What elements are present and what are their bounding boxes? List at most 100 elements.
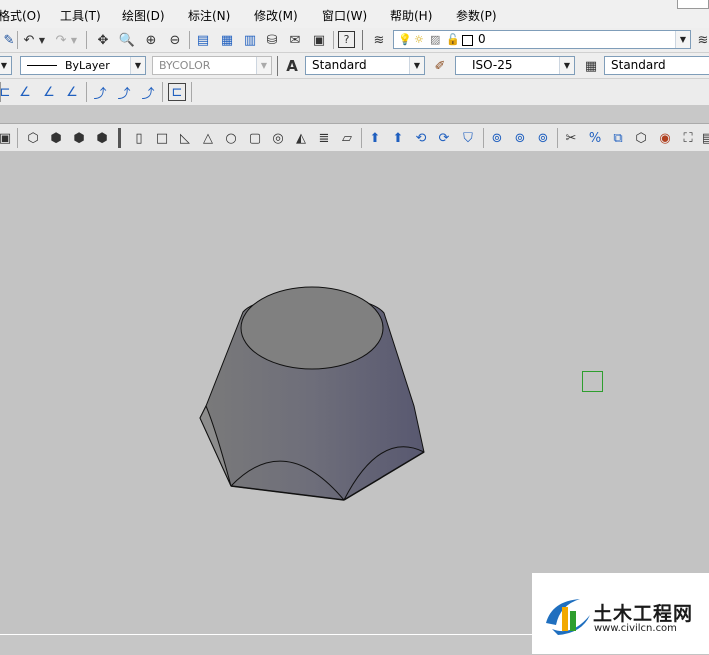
plot-style-dropdown-icon[interactable]: ▼ bbox=[256, 57, 271, 74]
align-3d-icon[interactable]: ◉ bbox=[656, 129, 674, 147]
menu-modify[interactable]: 修改(M) bbox=[254, 7, 298, 24]
zoom-window-icon[interactable]: ⊕ bbox=[142, 31, 160, 49]
zoom-previous-icon[interactable]: ⊖ bbox=[166, 31, 184, 49]
dimension-style-combo[interactable]: ISO-25 ▼ bbox=[455, 56, 575, 75]
properties-toolbar: ▼ ByLayer ▼ BYCOLOR ▼ A Standard ▼ ✐ ISO… bbox=[0, 53, 709, 79]
union-icon[interactable]: ⊚ bbox=[488, 129, 506, 147]
watermark-url: www.civilcn.com bbox=[594, 623, 677, 634]
visual-style-wireframe-icon[interactable]: ▣ bbox=[0, 129, 14, 147]
slice-icon[interactable]: ⛶ bbox=[679, 129, 697, 147]
modeling-toolbar: ▣ ⬡ ⬢ ⬢ ⬢ ▯ □ ◺ △ ○ ▢ ◎ ◭ ≣ ▱ ⬆ ⬆ ⟲ ⟳ ⛉ … bbox=[0, 123, 709, 153]
table-style-combo[interactable]: Standard bbox=[604, 56, 709, 75]
menu-bar: 格式(O) 工具(T) 绘图(D) 标注(N) 修改(M) 窗口(W) 帮助(H… bbox=[0, 0, 709, 29]
ucs-3point-icon[interactable]: ∠ bbox=[63, 83, 81, 101]
match-properties-icon[interactable]: ✎ bbox=[0, 31, 18, 49]
subtract-icon[interactable]: ⊚ bbox=[511, 129, 529, 147]
array-3d-icon[interactable]: % bbox=[586, 129, 604, 147]
layer-color-swatch bbox=[462, 35, 473, 46]
table-style-icon[interactable]: ▦ bbox=[582, 57, 600, 75]
sweep-icon[interactable]: ⟲ bbox=[412, 129, 430, 147]
window-corner bbox=[677, 0, 709, 9]
pan-realtime-icon[interactable]: ✥ bbox=[94, 31, 112, 49]
menu-draw[interactable]: 绘图(D) bbox=[122, 7, 165, 24]
redo-icon[interactable]: ↷ bbox=[52, 31, 70, 49]
toolbar-gap bbox=[0, 105, 709, 123]
ucs-world-icon[interactable]: ∠ bbox=[16, 83, 34, 101]
command-line-strip bbox=[0, 634, 532, 655]
color-combo[interactable]: ▼ bbox=[0, 56, 12, 75]
plot-style-combo[interactable]: BYCOLOR ▼ bbox=[152, 56, 272, 75]
wedge-icon[interactable]: ◺ bbox=[176, 129, 194, 147]
ucs-x-rotate-icon[interactable]: ⤴ bbox=[91, 83, 109, 102]
layer-dropdown-icon[interactable]: ▼ bbox=[675, 31, 690, 48]
box-icon[interactable]: □ bbox=[153, 129, 171, 147]
markup-icon[interactable]: ✉ bbox=[286, 31, 304, 49]
loft-icon[interactable]: ⛉ bbox=[459, 129, 477, 147]
ucs-icon[interactable]: ⊏ bbox=[0, 83, 14, 101]
linetype-preview bbox=[27, 65, 57, 66]
sphere-icon[interactable]: ○ bbox=[222, 129, 240, 147]
text-style-combo[interactable]: Standard ▼ bbox=[305, 56, 425, 75]
layer-previous-icon[interactable]: ≋ bbox=[694, 31, 709, 49]
linetype-dropdown-icon[interactable]: ▼ bbox=[130, 57, 145, 74]
linetype-combo[interactable]: ByLayer ▼ bbox=[20, 56, 146, 75]
solid-edit-icon[interactable]: ⧉ bbox=[609, 129, 627, 147]
cone-icon[interactable]: △ bbox=[199, 129, 217, 147]
layer-combo[interactable]: 💡 ☼ ▨ 🔓 0 ▼ bbox=[393, 30, 691, 49]
dimension-style-icon[interactable]: ✐ bbox=[431, 57, 449, 75]
layer-manager-icon[interactable]: ≋ bbox=[370, 31, 388, 49]
menu-dimension[interactable]: 标注(N) bbox=[188, 7, 230, 24]
table-style-value: Standard bbox=[611, 58, 666, 72]
lightbulb-icon: 💡 bbox=[398, 33, 412, 46]
visual-style-hidden-icon[interactable]: ⬡ bbox=[24, 129, 42, 147]
presspull-icon[interactable]: ⬆ bbox=[389, 129, 407, 147]
help-icon[interactable]: ? bbox=[338, 31, 355, 48]
section-plane-icon[interactable]: ▤ bbox=[699, 129, 709, 147]
zoom-realtime-icon[interactable]: 🔍 bbox=[118, 31, 136, 49]
calculator-icon[interactable]: ▣ bbox=[310, 31, 328, 49]
menu-window[interactable]: 窗口(W) bbox=[322, 7, 367, 24]
revolve-icon[interactable]: ⟳ bbox=[435, 129, 453, 147]
menu-parameters[interactable]: 参数(P) bbox=[456, 7, 497, 24]
plot-style-value: BYCOLOR bbox=[159, 59, 211, 72]
undo-icon[interactable]: ↶ bbox=[20, 31, 38, 49]
ucs-apply-icon[interactable]: ⊏ bbox=[168, 83, 186, 101]
menu-help[interactable]: 帮助(H) bbox=[390, 7, 432, 24]
extrude-icon[interactable]: ⬆ bbox=[366, 129, 384, 147]
ucs-z-rotate-icon[interactable]: ⤴ bbox=[139, 83, 157, 102]
move-3d-icon[interactable]: ✂ bbox=[562, 129, 580, 147]
intersect-icon[interactable]: ⊚ bbox=[534, 129, 552, 147]
sheet-set-icon[interactable]: ⛁ bbox=[263, 31, 281, 49]
text-style-dropdown-icon[interactable]: ▼ bbox=[409, 57, 424, 74]
dimension-style-value: ISO-25 bbox=[472, 58, 513, 72]
ucs-toolbar: ⊏ ∠ ∠ ∠ ⤴ ⤴ ⤴ ⊏ bbox=[0, 79, 709, 105]
menu-tools[interactable]: 工具(T) bbox=[60, 7, 101, 24]
dimension-style-dropdown-icon[interactable]: ▼ bbox=[559, 57, 574, 74]
lock-icon: 🔓 bbox=[446, 33, 460, 46]
redo-dropdown-icon[interactable]: ▼ bbox=[69, 31, 79, 49]
sun-icon: ☼ bbox=[414, 33, 424, 46]
tool-palettes-icon[interactable]: ▥ bbox=[241, 31, 259, 49]
menu-format[interactable]: 格式(O) bbox=[0, 7, 41, 24]
design-center-icon[interactable]: ▦ bbox=[218, 31, 236, 49]
polysolid-icon[interactable]: ▯ bbox=[130, 129, 148, 147]
ucs-z-axis-icon[interactable]: ∠ bbox=[40, 83, 58, 101]
layer-name: 0 bbox=[478, 32, 486, 46]
visual-style-realistic-icon[interactable]: ⬢ bbox=[47, 129, 65, 147]
text-style-icon[interactable]: A bbox=[283, 57, 301, 75]
cylinder-icon[interactable]: ▢ bbox=[246, 129, 264, 147]
color-dropdown-icon[interactable]: ▼ bbox=[0, 57, 11, 74]
rotate-3d-icon[interactable]: ⬡ bbox=[632, 129, 650, 147]
undo-dropdown-icon[interactable]: ▼ bbox=[37, 31, 47, 49]
visual-style-manager-icon[interactable]: ⬢ bbox=[93, 129, 111, 147]
ucs-y-rotate-icon[interactable]: ⤴ bbox=[115, 83, 133, 102]
torus-icon[interactable]: ◎ bbox=[269, 129, 287, 147]
standard-toolbar: ✎ ↶ ▼ ↷ ▼ ✥ 🔍 ⊕ ⊖ ▤ ▦ ▥ ⛁ ✉ ▣ ? ≋ 💡 ☼ ▨ … bbox=[0, 28, 709, 53]
planar-surface-icon[interactable]: ▱ bbox=[338, 129, 356, 147]
helix-icon[interactable]: ≣ bbox=[315, 129, 333, 147]
visual-style-conceptual-icon[interactable]: ⬢ bbox=[70, 129, 88, 147]
linetype-value: ByLayer bbox=[65, 59, 110, 72]
properties-icon[interactable]: ▤ bbox=[194, 31, 212, 49]
pyramid-icon[interactable]: ◭ bbox=[292, 129, 310, 147]
watermark: 土木工程网 www.civilcn.com bbox=[532, 573, 709, 654]
